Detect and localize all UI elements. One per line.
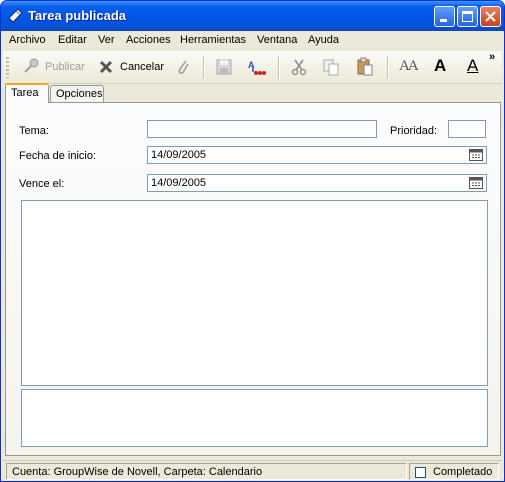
menu-archivo[interactable]: Archivo — [9, 34, 46, 46]
publish-icon — [24, 58, 39, 73]
task-app-icon — [8, 8, 23, 23]
task-panel: Tema: Prioridad: Fecha de inicio: 14/09/… — [5, 102, 501, 456]
completed-toggle[interactable]: Completado — [409, 463, 499, 480]
priority-label: Prioridad: — [390, 125, 438, 137]
toolbar-grip[interactable] — [6, 57, 9, 78]
notes-editor[interactable] — [21, 389, 488, 447]
menu-bar: Archivo Editar Ver Acciones Herramientas… — [1, 31, 504, 50]
start-date-input[interactable]: 14/09/2005 — [147, 146, 487, 164]
calendar-icon[interactable] — [469, 177, 483, 189]
maximize-button[interactable] — [457, 6, 478, 27]
publish-button[interactable]: Publicar — [45, 61, 85, 73]
menu-editar[interactable]: Editar — [58, 34, 87, 46]
save-icon[interactable] — [214, 57, 234, 77]
close-icon — [485, 11, 496, 22]
start-date-value: 14/09/2005 — [151, 149, 207, 161]
bold-button[interactable]: A — [434, 56, 446, 76]
tab-tarea[interactable]: Tarea — [5, 83, 49, 103]
toolbar-separator — [278, 56, 280, 79]
svg-text:A: A — [248, 60, 255, 70]
menu-herramientas[interactable]: Herramientas — [180, 34, 246, 46]
due-date-value: 14/09/2005 — [151, 177, 207, 189]
maximize-icon — [462, 11, 473, 22]
menu-ventana[interactable]: Ventana — [257, 34, 297, 46]
tab-opciones[interactable]: Opciones — [50, 85, 104, 102]
priority-input[interactable] — [448, 120, 486, 138]
tab-label: Opciones — [56, 88, 103, 100]
cut-icon[interactable] — [289, 57, 309, 77]
subject-input[interactable] — [147, 120, 377, 138]
minimize-button[interactable] — [434, 6, 455, 27]
underline-button[interactable]: A — [467, 56, 478, 76]
menu-acciones[interactable]: Acciones — [126, 34, 171, 46]
toolbar: Publicar Cancelar A AA A A — [3, 51, 502, 84]
toolbar-separator — [203, 56, 205, 79]
window-title: Tarea publicada — [28, 8, 127, 23]
completed-label: Completado — [433, 466, 493, 478]
font-size-button[interactable]: AA — [399, 58, 419, 75]
task-window: Tarea publicada Archivo Editar Ver Accio… — [0, 0, 505, 482]
menu-ver[interactable]: Ver — [98, 34, 115, 46]
cancel-button[interactable]: Cancelar — [120, 61, 164, 73]
menu-ayuda[interactable]: Ayuda — [308, 34, 339, 46]
copy-icon[interactable] — [321, 57, 341, 77]
due-date-label: Vence el: — [19, 178, 65, 190]
due-date-input[interactable]: 14/09/2005 — [147, 174, 487, 192]
attach-icon[interactable] — [173, 57, 193, 77]
close-button[interactable] — [480, 6, 501, 27]
subject-label: Tema: — [19, 125, 49, 137]
cancel-icon — [99, 60, 113, 74]
tab-strip: Tarea Opciones — [5, 83, 501, 103]
message-body-editor[interactable] — [21, 200, 488, 386]
start-date-label: Fecha de inicio: — [19, 150, 97, 162]
spell-check-icon[interactable]: A — [247, 57, 267, 77]
paste-icon[interactable] — [355, 57, 375, 77]
completed-checkbox[interactable] — [415, 467, 426, 478]
account-status: Cuenta: GroupWise de Novell, Carpeta: Ca… — [6, 463, 407, 480]
toolbar-overflow-button[interactable]: » — [489, 51, 495, 63]
tab-label: Tarea — [11, 87, 39, 99]
title-bar[interactable]: Tarea publicada — [1, 1, 504, 31]
status-bar: Cuenta: GroupWise de Novell, Carpeta: Ca… — [3, 460, 502, 481]
toolbar-separator — [387, 56, 389, 79]
minimize-icon — [440, 19, 447, 22]
calendar-icon[interactable] — [469, 149, 483, 161]
